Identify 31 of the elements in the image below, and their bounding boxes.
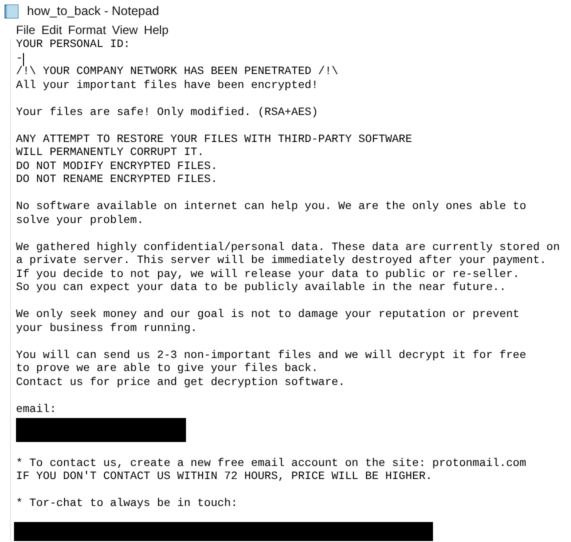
notepad-icon — [4, 4, 19, 19]
text-line: All your important files have been encrypted! — [16, 80, 318, 93]
text-line: to prove we are able to give your files back. — [16, 363, 318, 376]
text-line: a private server. This server will be immediately destroyed after your payment. — [16, 255, 546, 268]
text-line: * To contact us, create a new free email account on the site: protonmail.com — [16, 458, 526, 470]
text-line: So you can expect your data to be publicly available in the near future.. — [16, 282, 506, 296]
window-title: how_to_back - Notepad — [27, 3, 160, 20]
text-line: WILL PERMANENTLY CORRUPT IT. — [16, 147, 204, 160]
menu-item[interactable]: Edit — [39, 21, 64, 39]
text-line: If you decide to not pay, we will release your data to public or re-seller. — [16, 268, 520, 282]
menu-item[interactable]: Format — [66, 21, 108, 39]
text-line: /!\ YOUR COMPANY NETWORK HAS BEEN PENETRATED /!\ — [16, 66, 338, 80]
text-line: ANY ATTEMPT TO RESTORE YOUR FILES WITH THIRD-PARTY SOFTWARE — [16, 134, 412, 147]
text-line: You will can send us 2-3 non-important files and we will decrypt it for free — [16, 350, 526, 362]
text-line: email: — [16, 404, 56, 417]
text-line: We only seek money and our goal is not to damage your reputation or prevent — [16, 309, 520, 322]
text-line: your business from running. — [16, 322, 198, 336]
text-line: Contact us for price and get decryption software. — [16, 376, 345, 390]
text-line: We gathered highly confidential/personal data. These data are currently stored on — [16, 242, 560, 254]
text-line: No software available on internet can help you. We are the only ones able to — [16, 201, 526, 214]
text-line: IF YOU DON'T CONTACT US WITHIN 72 HOURS, PRICE WILL BE HIGHER. — [16, 471, 432, 484]
menu-item[interactable]: View — [110, 21, 140, 39]
text-line: YOUR PERSONAL ID: — [16, 39, 130, 52]
text-line: - — [16, 52, 23, 66]
text-line: Your files are safe! Only modified. (RSA+AES) — [16, 106, 318, 120]
text-line: solve your problem. — [16, 214, 144, 228]
text-line: DO NOT MODIFY ENCRYPTED FILES. — [16, 160, 218, 174]
text-line: DO NOT RENAME ENCRYPTED FILES. — [16, 174, 218, 188]
menu-item[interactable]: Help — [142, 21, 171, 39]
menu-item[interactable]: File — [14, 21, 38, 39]
text-line: * Tor-chat to always be in touch: — [16, 498, 238, 512]
